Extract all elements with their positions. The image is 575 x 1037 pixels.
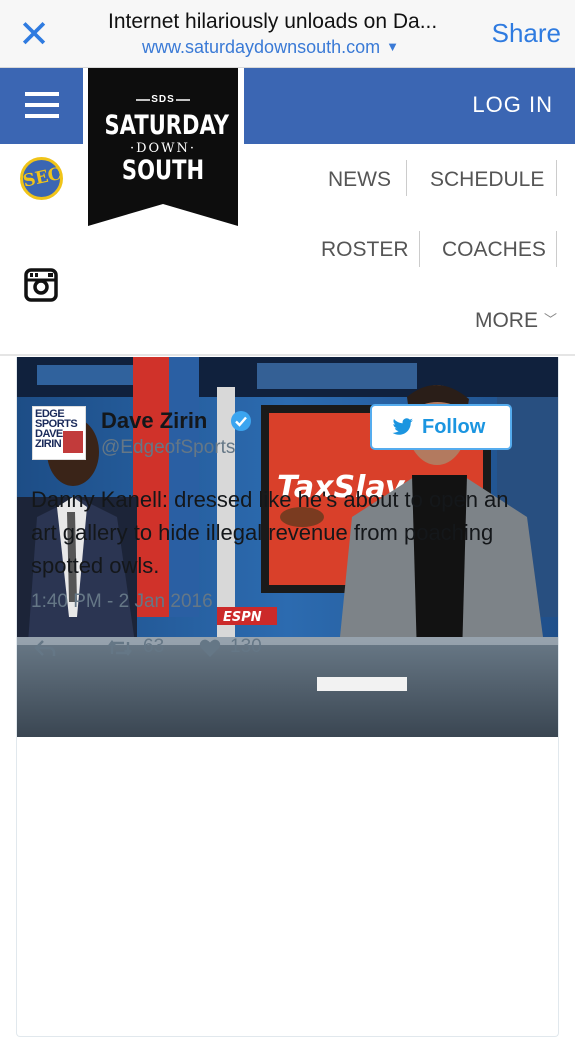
embedded-tweet: TaxSlay ESPN [16,357,559,1037]
retweet-count: 63 [143,636,165,657]
nav-roster[interactable]: ROSTER [321,238,409,262]
nav-separator [406,160,407,196]
logo-south: SOUTH [121,155,205,186]
nav-more-label: MORE [474,309,538,332]
tweet-text: Danny Kanell: dressed like he's about to… [31,487,509,578]
hamburger-line [25,103,59,107]
header-divider [238,68,244,144]
hamburger-line [25,92,59,96]
page-title: Internet hilariously unloads on Da... [108,10,438,33]
browser-bar: ✕ Internet hilariously unloads on Da... … [0,0,575,68]
follow-button[interactable]: Follow [370,404,512,450]
tweet-handle[interactable]: @EdgeofSports [101,437,235,459]
nav-news[interactable]: NEWS [328,168,391,192]
login-button[interactable]: LOG IN [472,92,553,118]
site-logo[interactable]: SDS SATURDAY ·DOWN· SOUTH [88,68,238,226]
like-count: 130 [230,636,262,657]
logo-down: ·DOWN· [129,141,197,156]
menu-button[interactable] [0,68,83,144]
nav-separator [556,231,557,267]
instagram-icon[interactable] [24,268,58,302]
share-button[interactable]: Share [492,18,561,49]
nav-separator [419,231,420,267]
url-dropdown[interactable]: www.saturdaydownsouth.com ▼ [142,37,399,58]
nav-schedule[interactable]: SCHEDULE [430,168,544,192]
sec-logo[interactable]: SEC [20,157,63,200]
logo-down-text: DOWN [136,141,190,156]
chevron-down-icon: ﹀ [543,312,557,327]
url-text: www.saturdaydownsouth.com [142,37,381,57]
follow-label: Follow [422,416,486,438]
twitter-bird-icon [392,418,413,435]
nav-separator [556,160,557,196]
sec-logo-text: SEC [21,164,64,192]
logo-sds: SDS [151,94,175,105]
retweet-icon[interactable] [107,638,133,658]
verified-badge-icon [231,411,251,431]
heart-icon[interactable] [199,638,221,658]
chevron-down-icon: ▼ [386,39,399,54]
tweet-display-name[interactable]: Dave Zirin [101,408,207,434]
nav-more[interactable]: MORE ﹀ [475,309,557,333]
close-icon[interactable]: ✕ [14,14,54,54]
avatar[interactable]: EDGE SPORTS DAVE ZIRIN [32,406,86,460]
avatar-photo [63,431,83,453]
nav-coaches[interactable]: COACHES [442,238,546,262]
tweet-timestamp[interactable]: 1:40 PM - 2 Jan 2016 [31,591,213,613]
nav-divider [0,354,575,356]
hamburger-line [25,114,59,118]
logo-saturday: SATURDAY [104,110,230,141]
reply-icon[interactable] [33,638,57,658]
svg-text:ESPN: ESPN [223,610,262,625]
